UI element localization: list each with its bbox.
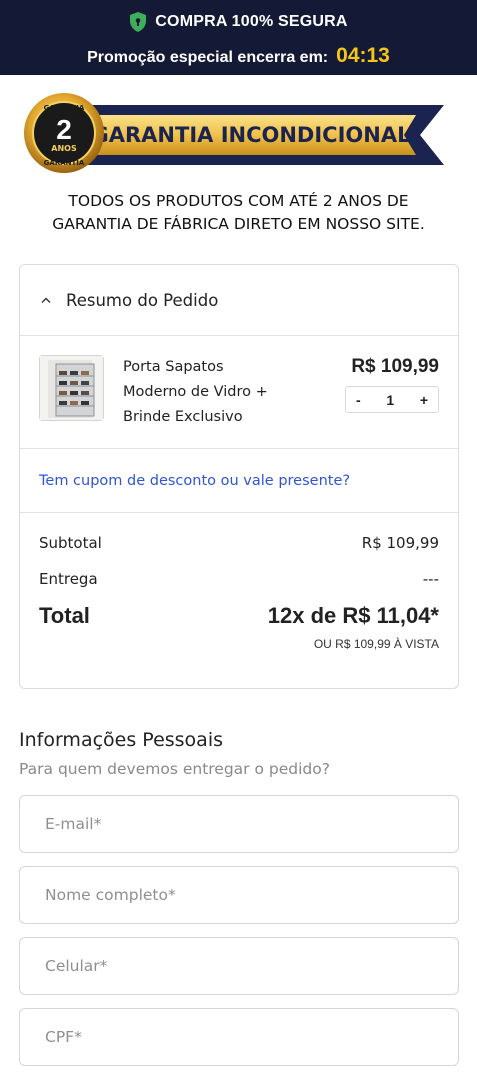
subtotal-row: Subtotal R$ 109,99	[39, 534, 439, 552]
order-summary-card: Resumo do Pedido Porta Sapatos Moderno d…	[19, 264, 459, 689]
full-name-field[interactable]	[19, 866, 459, 924]
top-bar: COMPRA 100% SEGURA Promoção especial enc…	[0, 0, 477, 75]
shoe-rack-image	[40, 356, 103, 420]
order-summary-title: Resumo do Pedido	[66, 290, 219, 310]
coupon-link[interactable]: Tem cupom de desconto ou vale presente?	[39, 473, 350, 489]
qty-value[interactable]: 1	[386, 392, 394, 408]
product-name-line1: Porta Sapatos	[123, 359, 224, 375]
guarantee-subtitle-line1: TODOS OS PRODUTOS COM ATÉ 2 ANOS DE	[68, 192, 409, 210]
qty-increase-button[interactable]: +	[420, 392, 428, 408]
quantity-stepper: - 1 +	[345, 386, 439, 413]
badge-anos: ANOS	[51, 144, 77, 153]
shipping-label: Entrega	[39, 570, 98, 588]
ribbon-text: GARANTIA INCONDICIONAL	[92, 123, 411, 147]
product-name: Porta Sapatos Moderno de Vidro + Brinde …	[123, 355, 303, 430]
badge-bottom-text: GARANTIA	[44, 159, 85, 167]
product-name-line2: Moderno de Vidro +	[123, 384, 268, 400]
subtotal-label: Subtotal	[39, 534, 102, 552]
guarantee-subtitle: TODOS OS PRODUTOS COM ATÉ 2 ANOS DE GARA…	[0, 190, 477, 236]
shipping-value: ---	[422, 570, 439, 588]
chevron-up-icon	[41, 297, 51, 303]
guarantee-subtitle-line2: GARANTIA DE FÁBRICA DIRETO EM NOSSO SITE…	[52, 215, 425, 233]
cpf-field[interactable]	[19, 1008, 459, 1066]
qty-decrease-button[interactable]: -	[356, 392, 361, 408]
phone-field[interactable]	[19, 937, 459, 995]
countdown-timer: 04:13	[336, 44, 390, 67]
secure-purchase-row: COMPRA 100% SEGURA	[0, 12, 477, 32]
personal-info-subtitle: Para quem devemos entregar o pedido?	[19, 760, 330, 778]
shipping-row: Entrega ---	[39, 570, 439, 588]
total-value: 12x de R$ 11,04*	[267, 603, 439, 628]
email-field[interactable]	[19, 795, 459, 853]
coupon-section: Tem cupom de desconto ou vale presente?	[20, 449, 458, 513]
product-price: R$ 109,99	[351, 356, 439, 377]
cash-price-note: OU R$ 109,99 À VISTA	[313, 637, 439, 651]
cart-item: Porta Sapatos Moderno de Vidro + Brinde …	[20, 336, 458, 449]
promo-label: Promoção especial encerra em:	[87, 49, 329, 66]
personal-info-title: Informações Pessoais	[19, 729, 223, 751]
secure-purchase-label: COMPRA 100% SEGURA	[155, 13, 348, 30]
subtotal-value: R$ 109,99	[361, 534, 439, 552]
promo-countdown-row: Promoção especial encerra em: 04:13	[0, 44, 477, 68]
product-name-line3: Brinde Exclusivo	[123, 409, 243, 425]
total-label: Total	[39, 603, 90, 628]
badge-top-text: GARANTIA	[44, 104, 85, 112]
shield-lock-icon	[130, 12, 147, 32]
product-thumbnail	[39, 355, 104, 421]
order-summary-toggle[interactable]: Resumo do Pedido	[20, 265, 458, 336]
guarantee-banner: GARANTIA INCONDICIONAL GARANTIA 2 ANOS G…	[24, 93, 444, 173]
total-row: Total 12x de R$ 11,04*	[39, 603, 439, 629]
badge-years: 2	[56, 114, 72, 145]
